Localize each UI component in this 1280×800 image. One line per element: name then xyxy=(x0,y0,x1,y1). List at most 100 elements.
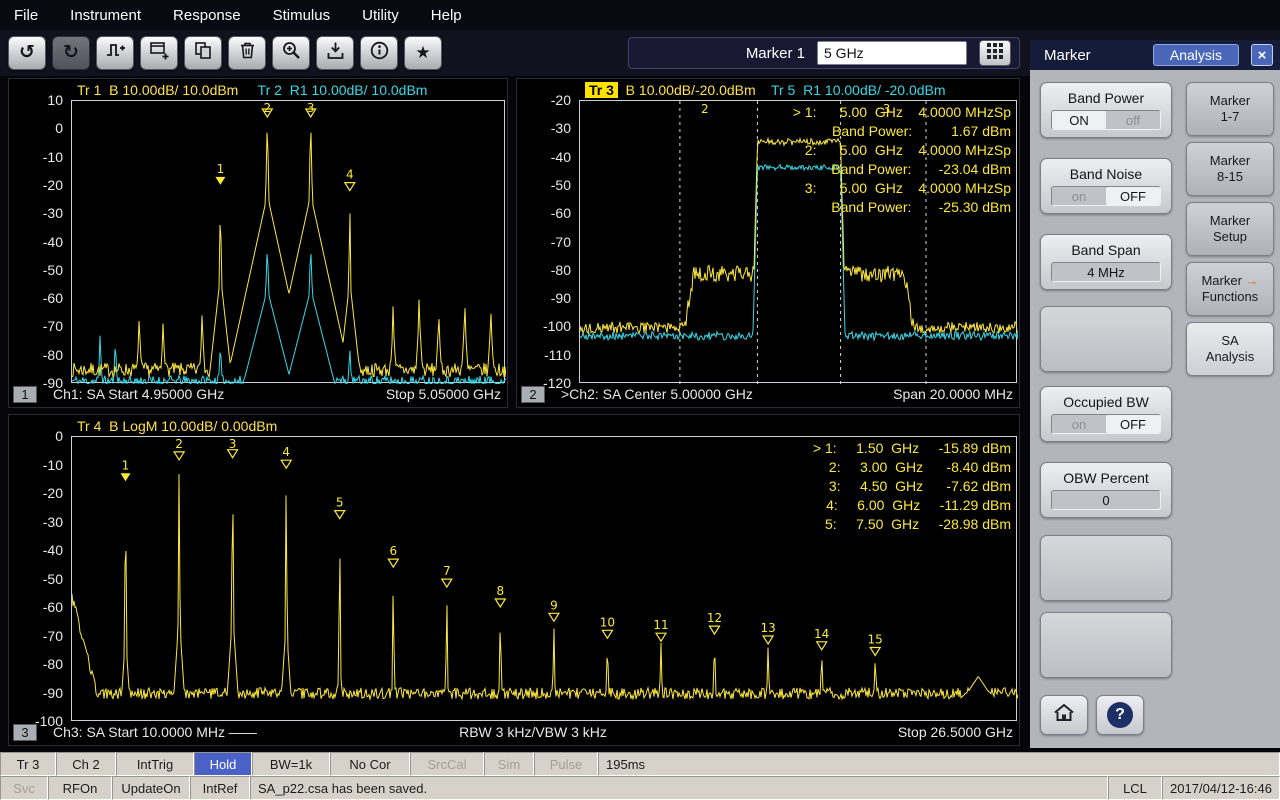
status-hold[interactable]: Hold xyxy=(194,752,252,776)
status-inttrig[interactable]: IntTrig xyxy=(116,752,194,776)
menu-item-file[interactable]: File xyxy=(14,7,38,24)
status-195ms: 195ms xyxy=(598,752,1280,776)
tab-marker-functions[interactable]: Marker →Functions xyxy=(1186,262,1274,316)
marker-glyph[interactable] xyxy=(870,648,880,656)
marker-glyph[interactable] xyxy=(121,473,131,481)
softkey-label: Band Noise xyxy=(1041,166,1171,182)
status-sim[interactable]: Sim xyxy=(484,752,534,776)
status-no-cor[interactable]: No Cor xyxy=(330,752,410,776)
softkey-value: 4 MHz xyxy=(1051,262,1161,282)
softkey-occupied-bw-button[interactable]: Occupied BW onOFF xyxy=(1040,386,1172,442)
zoom-button[interactable] xyxy=(272,36,310,70)
softkey-band-power-button[interactable]: Band PowerONoff xyxy=(1040,82,1172,138)
tab-marker-8-15[interactable]: Marker8-15 xyxy=(1186,142,1274,196)
status-tr-3[interactable]: Tr 3 xyxy=(0,752,56,776)
marker-glyph[interactable] xyxy=(442,579,452,587)
marker-glyph[interactable] xyxy=(817,642,827,650)
marker-glyph[interactable] xyxy=(763,636,773,644)
favorite-icon: ★ xyxy=(415,44,430,63)
y-tick-label: -50 xyxy=(43,571,63,587)
status-bw-1k[interactable]: BW=1k xyxy=(252,752,330,776)
close-icon[interactable]: × xyxy=(1251,44,1273,66)
favorite-button[interactable]: ★ xyxy=(404,36,442,70)
tab-marker-setup[interactable]: MarkerSetup xyxy=(1186,202,1274,256)
tab-sa-analysis[interactable]: SAAnalysis xyxy=(1186,322,1274,376)
home-button[interactable] xyxy=(1040,695,1088,735)
redo-button[interactable]: ↻ xyxy=(52,36,90,70)
softkey-blank-3-button[interactable] xyxy=(1040,306,1172,372)
softkey-label: Occupied BW xyxy=(1041,394,1171,410)
menu-item-response[interactable]: Response xyxy=(173,7,241,24)
marker-glyph[interactable] xyxy=(174,452,184,460)
status-bar-1: Tr 3Ch 2IntTrigHoldBW=1kNo CorSrcCalSimP… xyxy=(0,752,1280,776)
y-tick-label: -90 xyxy=(43,685,63,701)
plot-area[interactable]: > 1: 5.00 GHz 4.0000 MHzSpBand Power: 1.… xyxy=(579,100,1017,383)
tab-label-line2: Setup xyxy=(1187,229,1273,245)
menu-item-help[interactable]: Help xyxy=(431,7,462,24)
marker-number: 8 xyxy=(496,584,504,598)
tab-label-line2: 1-7 xyxy=(1187,109,1273,125)
copy-channel-button[interactable] xyxy=(184,36,222,70)
band-noise-off-segment[interactable]: OFF xyxy=(1106,187,1160,205)
y-tick-label: -10 xyxy=(43,149,63,165)
occupied-bw-on-segment[interactable]: on xyxy=(1052,415,1106,433)
marker-glyph[interactable] xyxy=(335,511,345,519)
menu-item-instrument[interactable]: Instrument xyxy=(70,7,141,24)
marker-glyph[interactable] xyxy=(656,633,666,641)
marker-number: 3 xyxy=(307,101,315,115)
plot-canvas[interactable]: 1234 xyxy=(72,101,506,384)
marker-glyph[interactable] xyxy=(215,177,225,185)
marker-glyph[interactable] xyxy=(602,630,612,638)
plot-area[interactable]: 1234 xyxy=(71,100,505,383)
save-button[interactable] xyxy=(316,36,354,70)
status-svc[interactable]: Svc xyxy=(0,776,48,800)
marker-number: 7 xyxy=(443,564,451,578)
tab-marker-1-7[interactable]: Marker1-7 xyxy=(1186,82,1274,136)
undo-button[interactable]: ↺ xyxy=(8,36,46,70)
spectrum-trace xyxy=(72,133,506,377)
marker-value-input[interactable] xyxy=(817,41,967,65)
band-power-on-segment[interactable]: ON xyxy=(1052,111,1106,129)
status-rfon[interactable]: RFOn xyxy=(48,776,112,800)
delete-button[interactable] xyxy=(228,36,266,70)
marker-glyph[interactable] xyxy=(388,559,398,567)
softkey-blank-7-button[interactable] xyxy=(1040,612,1172,678)
status-lcl: LCL xyxy=(1108,776,1162,800)
channel-badge: 1 xyxy=(13,386,37,403)
keypad-button[interactable] xyxy=(979,40,1011,66)
copy-channel-icon xyxy=(193,40,214,66)
menu-item-utility[interactable]: Utility xyxy=(362,7,399,24)
marker-glyph[interactable] xyxy=(710,626,720,634)
marker-number: 1 xyxy=(122,458,130,472)
occupied-bw-off-segment[interactable]: OFF xyxy=(1106,415,1160,433)
sidebar-tab-analysis[interactable]: Analysis xyxy=(1153,44,1239,66)
status-ch-2[interactable]: Ch 2 xyxy=(56,752,116,776)
pulse-setup-button[interactable] xyxy=(96,36,134,70)
plot-area[interactable]: > 1: 1.50 GHz -15.89 dBm2: 3.00 GHz -8.4… xyxy=(71,436,1017,721)
sidebar-tab-marker[interactable]: Marker xyxy=(1044,47,1153,64)
marker-glyph[interactable] xyxy=(495,599,505,607)
softkey-label: Band Span xyxy=(1041,242,1171,258)
new-window-button[interactable] xyxy=(140,36,178,70)
marker-number: 2 xyxy=(263,101,271,115)
arrow-icon: → xyxy=(1242,273,1259,288)
menu-item-stimulus[interactable]: Stimulus xyxy=(273,7,331,24)
status-srccal[interactable]: SrcCal xyxy=(410,752,484,776)
marker-glyph[interactable] xyxy=(549,613,559,621)
status-intref[interactable]: IntRef xyxy=(190,776,250,800)
status-pulse[interactable]: Pulse xyxy=(534,752,598,776)
softkey-blank-6-button[interactable] xyxy=(1040,535,1172,601)
help-button[interactable]: ? xyxy=(1096,695,1144,735)
marker-glyph[interactable] xyxy=(281,460,291,468)
trace-header: Tr 3 B 10.00dB/-20.0dBm Tr 5 R1 10.00dB/… xyxy=(585,82,946,98)
softkey-obw-percent-button[interactable]: OBW Percent0 xyxy=(1040,462,1172,518)
band-power-off-segment[interactable]: off xyxy=(1106,111,1160,129)
softkey-band-noise-button[interactable]: Band Noise onOFF xyxy=(1040,158,1172,214)
tab-label-line1: Marker → xyxy=(1187,273,1273,289)
marker-glyph[interactable] xyxy=(345,183,355,191)
band-noise-on-segment[interactable]: on xyxy=(1052,187,1106,205)
menu-bar: File Instrument Response Stimulus Utility Hel… xyxy=(0,0,1280,30)
info-button[interactable] xyxy=(360,36,398,70)
softkey-band-span-button[interactable]: Band Span 4 MHz xyxy=(1040,234,1172,290)
status-updateon[interactable]: UpdateOn xyxy=(112,776,190,800)
